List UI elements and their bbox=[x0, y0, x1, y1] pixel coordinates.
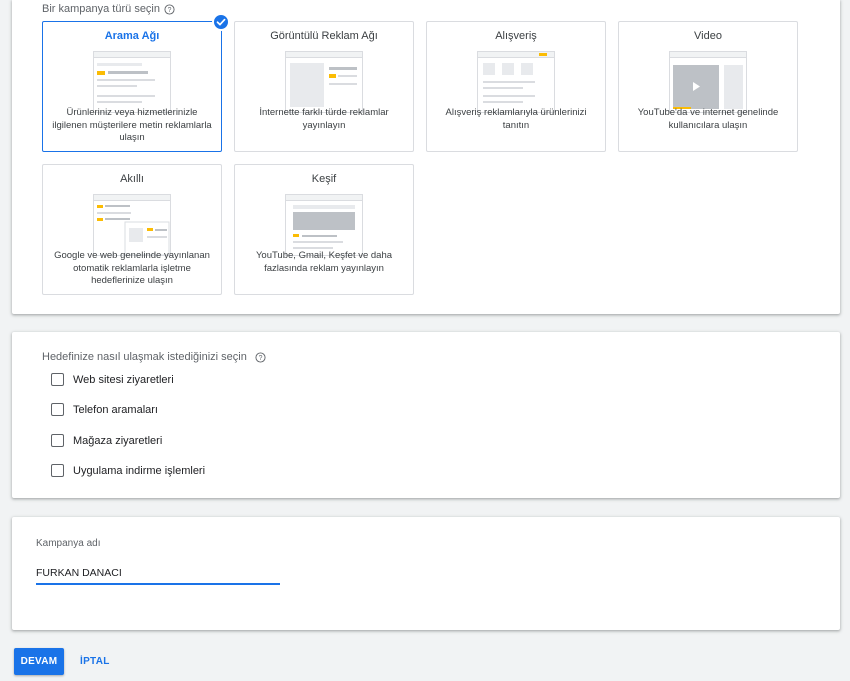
campaign-type-panel: Bir kampanya türü seçin ? Arama Ağı Ürün… bbox=[12, 0, 840, 314]
goal-option-label: Telefon aramaları bbox=[73, 403, 158, 416]
card-description: Ürünleriniz veya hizmetlerinizle ilgilen… bbox=[52, 107, 212, 143]
campaign-card-shopping[interactable]: Alışveriş Alışveriş reklamlarıyla ürünle… bbox=[426, 21, 606, 152]
goal-option-store-visits[interactable]: Mağaza ziyaretleri bbox=[51, 434, 162, 447]
video-ad-illustration-icon bbox=[669, 51, 747, 113]
goal-option-app-downloads[interactable]: Uygulama indirme işlemleri bbox=[51, 464, 205, 477]
discovery-ad-illustration-icon bbox=[285, 194, 363, 256]
campaign-card-display[interactable]: Görüntülü Reklam Ağı İnternette farklı t… bbox=[234, 21, 414, 152]
goals-panel: Hedefinize nasıl ulaşmak istediğinizi se… bbox=[12, 332, 840, 498]
help-icon[interactable]: ? bbox=[164, 3, 175, 15]
card-title: Görüntülü Reklam Ağı bbox=[270, 30, 378, 42]
card-description: Alışveriş reklamlarıyla ürünlerinizi tan… bbox=[445, 107, 587, 131]
goal-option-phone-calls[interactable]: Telefon aramaları bbox=[51, 403, 158, 416]
card-title: Arama Ağı bbox=[104, 30, 160, 42]
svg-text:?: ? bbox=[258, 354, 262, 361]
goal-option-label: Uygulama indirme işlemleri bbox=[73, 464, 206, 477]
campaign-type-label: Bir kampanya türü seçin bbox=[42, 3, 160, 15]
card-description: YouTube'da ve internet genelinde kullanı… bbox=[637, 107, 779, 131]
checkbox[interactable] bbox=[51, 434, 64, 447]
campaign-type-label-row: Bir kampanya türü seçin ? bbox=[42, 3, 175, 15]
campaign-name-input[interactable] bbox=[36, 563, 280, 585]
search-ad-illustration-icon bbox=[93, 51, 171, 113]
card-description: Google ve web genelinde yayınlanan otoma… bbox=[54, 250, 210, 286]
card-title: Video bbox=[694, 30, 722, 42]
campaign-card-search[interactable]: Arama Ağı Ürünleriniz veya hizmetleriniz… bbox=[42, 13, 230, 152]
goal-option-label: Mağaza ziyaretleri bbox=[73, 434, 163, 447]
goal-option-website-visits[interactable]: Web sitesi ziyaretleri bbox=[51, 373, 174, 386]
campaign-name-panel: Kampanya adı bbox=[12, 517, 840, 630]
goal-option-label: Web sitesi ziyaretleri bbox=[73, 373, 174, 386]
campaign-card-video[interactable]: Video YouTube'da ve internet genelinde k… bbox=[618, 21, 798, 152]
goals-label: Hedefinize nasıl ulaşmak istediğinizi se… bbox=[42, 351, 247, 363]
campaign-name-label: Kampanya adı bbox=[36, 538, 101, 549]
help-icon[interactable]: ? bbox=[255, 351, 266, 363]
card-title: Alışveriş bbox=[495, 30, 537, 42]
smart-ad-illustration-icon bbox=[93, 194, 171, 256]
checkbox[interactable] bbox=[51, 373, 64, 386]
checkbox[interactable] bbox=[51, 464, 64, 477]
selected-check-icon bbox=[212, 13, 230, 31]
checkbox[interactable] bbox=[51, 403, 64, 416]
campaign-card-smart[interactable]: Akıllı Google ve web genelinde yayınlana… bbox=[42, 164, 222, 295]
goals-label-row: Hedefinize nasıl ulaşmak istediğinizi se… bbox=[42, 351, 266, 363]
card-description: İnternette farklı türde reklamlar yayınl… bbox=[259, 107, 389, 131]
card-title: Akıllı bbox=[120, 173, 144, 185]
cancel-button[interactable]: İPTAL bbox=[72, 648, 118, 675]
svg-text:?: ? bbox=[168, 6, 172, 13]
card-description: YouTube, Gmail, Keşfet ve daha fazlasınd… bbox=[255, 250, 393, 274]
continue-button[interactable]: DEVAM bbox=[14, 648, 64, 675]
card-title: Keşif bbox=[311, 173, 337, 185]
shopping-ad-illustration-icon bbox=[477, 51, 555, 113]
campaign-card-discovery[interactable]: Keşif YouTube, Gmail, Keşfet ve daha faz… bbox=[234, 164, 414, 295]
display-ad-illustration-icon bbox=[285, 51, 363, 113]
